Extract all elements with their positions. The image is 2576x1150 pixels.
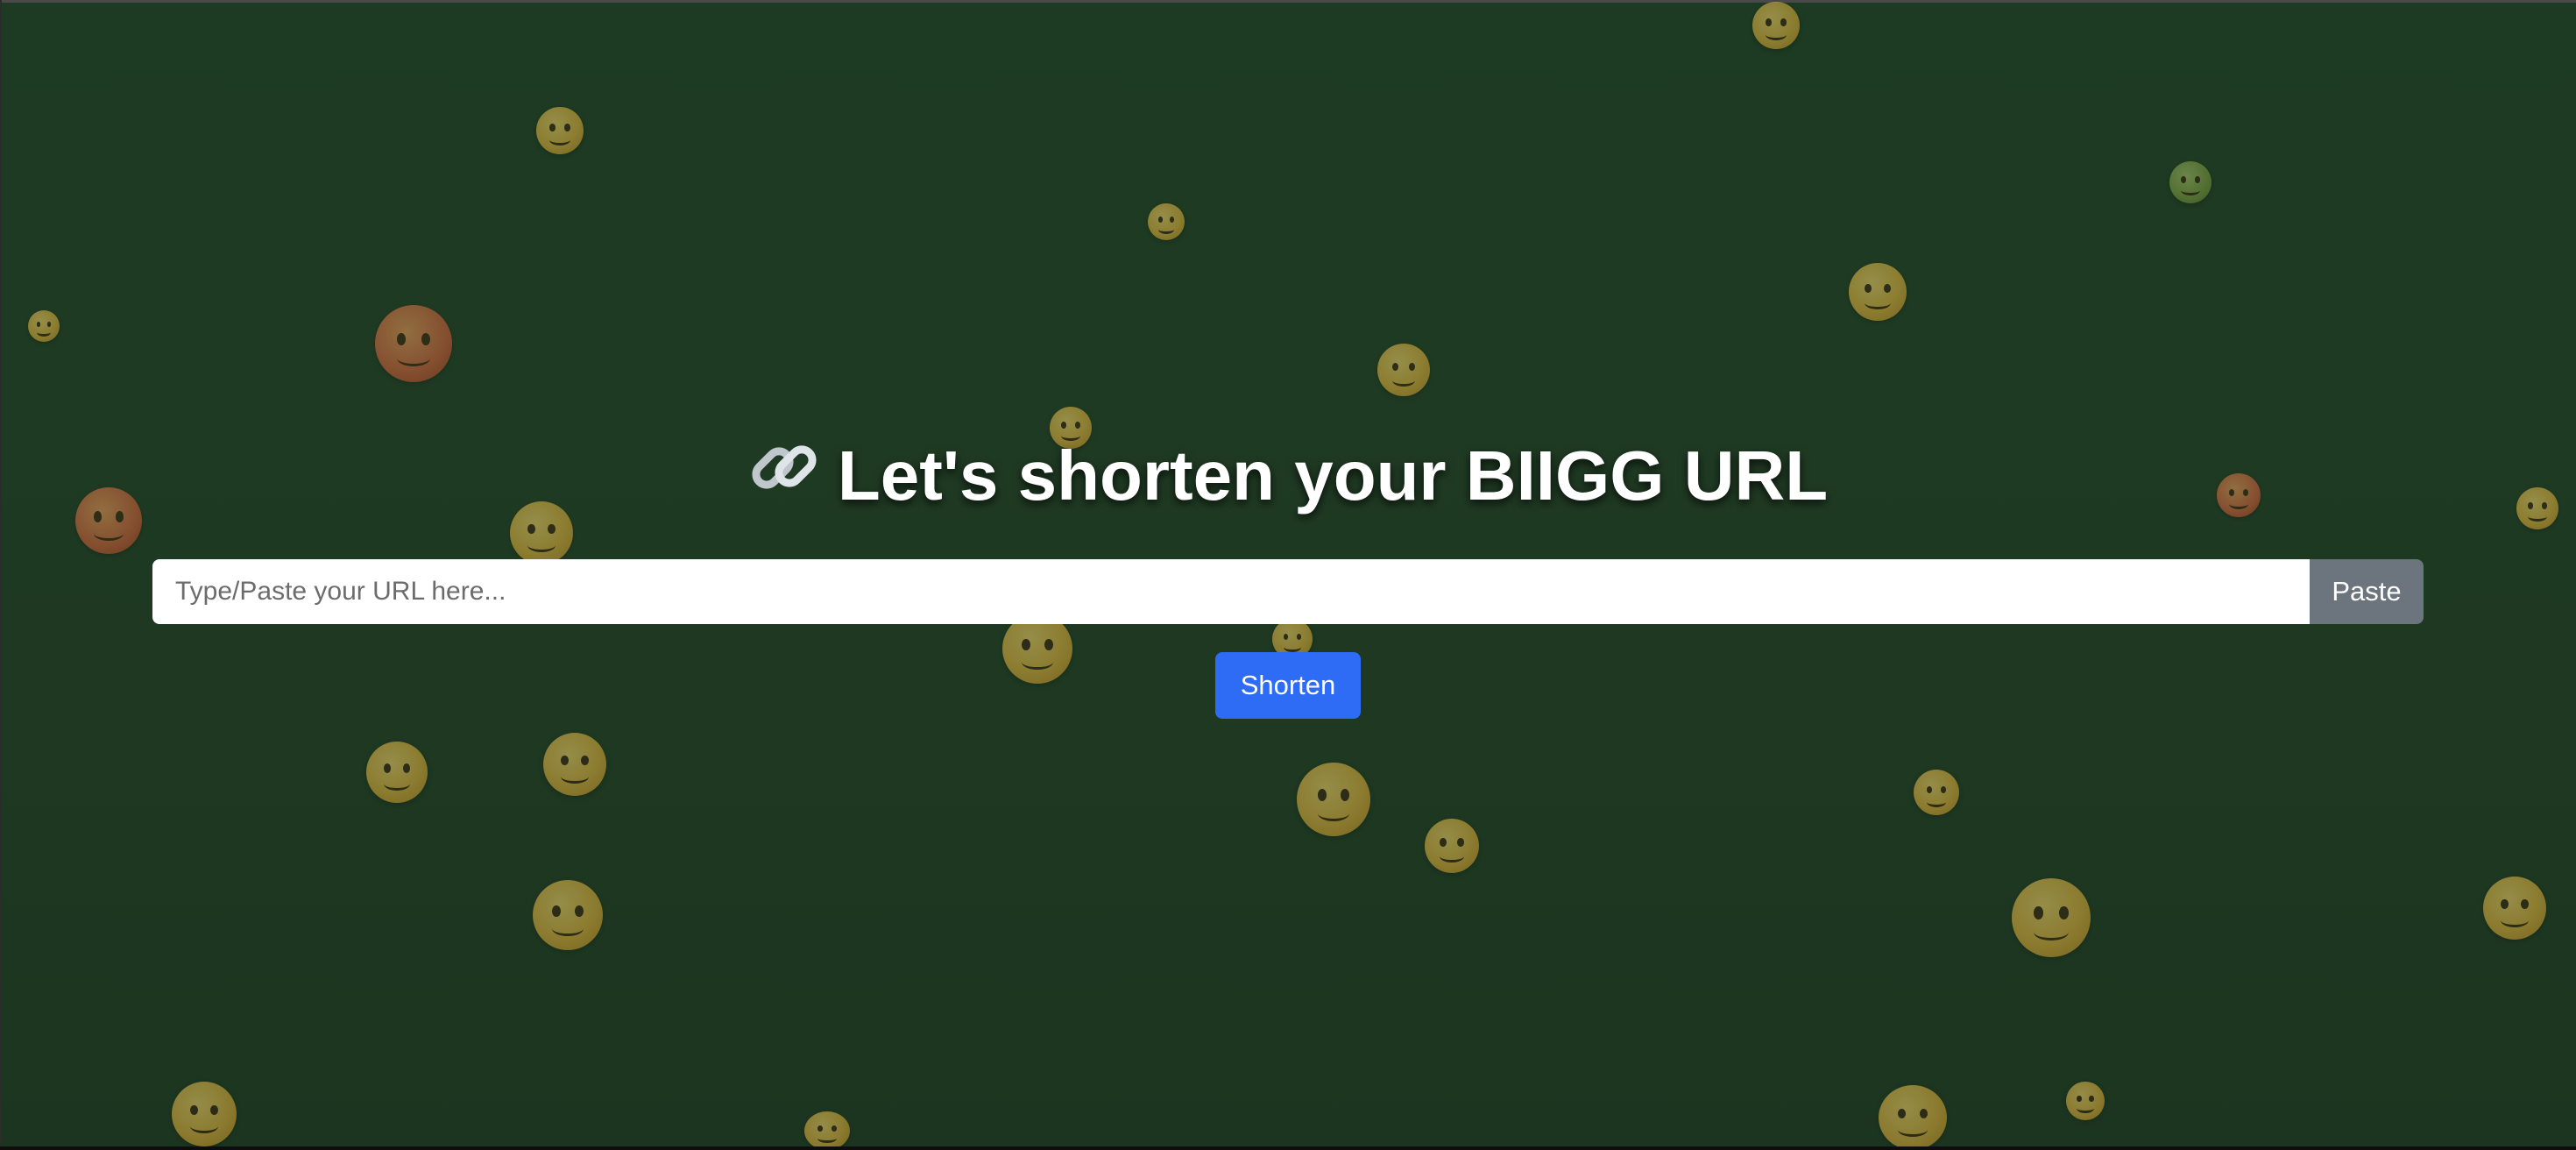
- url-input[interactable]: [152, 559, 2310, 624]
- grin-face-icon: [2066, 1082, 2105, 1120]
- nerd-face-icon: [172, 1082, 237, 1146]
- laughing-face-icon: [1002, 614, 1072, 684]
- halo-face-icon: [1297, 763, 1370, 836]
- flushed-face-icon: [1879, 1085, 1947, 1150]
- shorten-button[interactable]: Shorten: [1215, 652, 1361, 719]
- page-title: Let's shorten your BIIGG URL: [0, 428, 2576, 528]
- window-bottom-border: [0, 1146, 2576, 1150]
- url-input-group: Paste: [152, 559, 2424, 624]
- link-icon: [748, 431, 820, 528]
- zany-face-icon: [543, 733, 606, 796]
- laughing-face-icon: [2483, 877, 2546, 940]
- crying-face-icon: [804, 1111, 850, 1150]
- page-title-text: Let's shorten your BIIGG URL: [837, 437, 1829, 515]
- halo-face-icon: [1425, 819, 1479, 873]
- halo-face-icon: [1752, 2, 1800, 49]
- paste-button[interactable]: Paste: [2310, 559, 2424, 624]
- persevering-face-icon: [533, 880, 603, 950]
- nauseated-face-icon: [2169, 161, 2212, 203]
- sleepy-face-icon: [1377, 344, 1430, 396]
- star-struck-face-icon: [536, 107, 584, 154]
- smiling-face-icon: [28, 310, 60, 342]
- window-top-border: [0, 0, 2576, 3]
- sweat-smile-face-icon: [2012, 878, 2091, 957]
- angry-face-icon: [375, 305, 452, 382]
- thinking-face-icon: [1914, 770, 1959, 815]
- relieved-face-icon: [1148, 203, 1185, 240]
- window-left-border: [0, 0, 2, 1150]
- exploding-head-icon: [366, 742, 428, 803]
- grinning-face-icon: [1849, 263, 1907, 321]
